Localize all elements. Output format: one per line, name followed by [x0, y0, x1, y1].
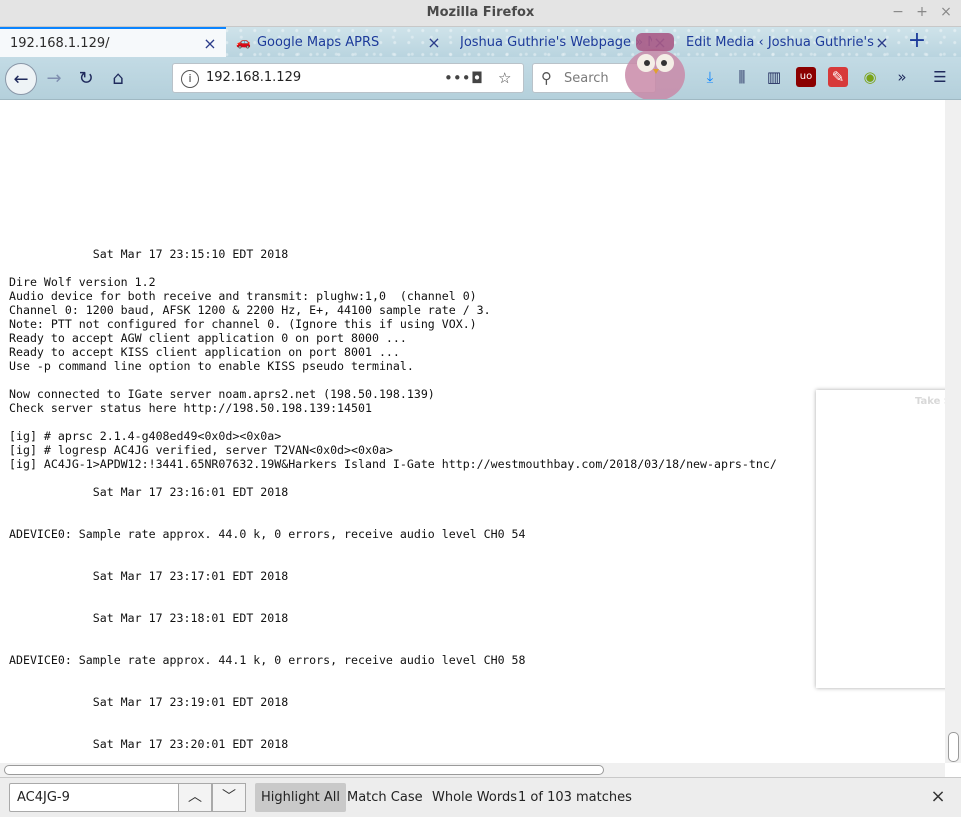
- console-line: Note: PTT not configured for channel 0. …: [9, 317, 477, 331]
- console-line: Now connected to IGate server noam.aprs2…: [9, 387, 435, 401]
- window-titlebar: Mozilla Firefox − + ×: [0, 0, 961, 27]
- tab-joshua-webpage[interactable]: Joshua Guthrie's Webpage » New ×: [450, 27, 676, 57]
- tab-label: Google Maps APRS: [256, 34, 380, 50]
- bookmark-star-icon[interactable]: ☆: [498, 69, 511, 87]
- tab-label: 192.168.1.129/: [10, 35, 110, 51]
- reload-icon: ↻: [78, 67, 94, 89]
- horizontal-scrollbar-thumb[interactable]: [4, 765, 604, 775]
- console-line: Dire Wolf version 1.2: [9, 275, 156, 289]
- vertical-scrollbar[interactable]: [945, 100, 961, 763]
- find-input[interactable]: [9, 783, 179, 812]
- search-icon: ⚲: [541, 69, 552, 87]
- close-icon: ×: [930, 786, 946, 807]
- forward-button[interactable]: →: [41, 65, 67, 91]
- console-line: Sat Mar 17 23:17:01 EDT 2018: [9, 569, 289, 583]
- library-icon[interactable]: ⫼: [732, 67, 752, 87]
- new-tab-button[interactable]: +: [905, 27, 929, 57]
- find-next-button[interactable]: ﹀: [212, 783, 246, 812]
- back-button[interactable]: ←: [5, 63, 37, 95]
- console-line: Sat Mar 17 23:19:01 EDT 2018: [9, 695, 289, 709]
- horizontal-scrollbar[interactable]: [0, 763, 945, 777]
- tab-label: Joshua Guthrie's Webpage » New: [460, 34, 652, 50]
- console-line: Sat Mar 17 23:20:01 EDT 2018: [9, 737, 289, 751]
- minimize-button[interactable]: −: [891, 3, 905, 21]
- match-case-label: Match Case: [347, 790, 423, 805]
- console-line: Audio device for both receive and transm…: [9, 289, 477, 303]
- chevron-down-icon: ﹀: [222, 789, 236, 805]
- match-case-toggle[interactable]: Match Case: [341, 783, 429, 812]
- highlight-all-toggle[interactable]: Highlight All: [255, 783, 346, 812]
- menu-icon[interactable]: ☰: [930, 67, 950, 87]
- close-tab-icon[interactable]: ×: [202, 34, 218, 53]
- console-line: Channel 0: 1200 baud, AFSK 1200 & 2200 H…: [9, 303, 491, 317]
- console-line: Ready to accept AGW client application 0…: [9, 331, 407, 345]
- screenshot-overlay-panel: Take Scr: [816, 390, 961, 688]
- window-controls: − + ×: [891, 3, 953, 21]
- pocket-icon[interactable]: ◘: [471, 69, 483, 87]
- car-icon: 🚗: [236, 35, 251, 49]
- info-icon[interactable]: i: [181, 70, 199, 88]
- ublock-icon[interactable]: uo: [796, 67, 816, 87]
- extension-icon[interactable]: ◉: [860, 67, 880, 87]
- tab-label: Edit Media ‹ Joshua Guthrie's We: [686, 34, 874, 50]
- console-line: Ready to accept KISS client application …: [9, 345, 400, 359]
- navigation-toolbar: ← → ↻ ⌂ i 192.168.1.129 ••• ◘ ☆ ⚲ Search…: [0, 57, 961, 100]
- vertical-scrollbar-thumb[interactable]: [948, 732, 959, 762]
- overflow-icon[interactable]: »: [892, 67, 912, 87]
- console-line: [ig] # aprsc 2.1.4-g408ed49<0x0d><0x0a>: [9, 429, 282, 443]
- note-icon[interactable]: ✎: [828, 67, 848, 87]
- url-bar[interactable]: i 192.168.1.129 ••• ◘ ☆: [172, 63, 524, 93]
- forward-icon: →: [46, 67, 62, 89]
- download-icon[interactable]: ⤓: [700, 67, 720, 87]
- close-find-bar-button[interactable]: ×: [928, 787, 948, 807]
- url-text[interactable]: 192.168.1.129: [206, 70, 301, 85]
- highlight-all-label: Highlight All: [261, 790, 340, 805]
- chevron-up-icon: ︿: [188, 789, 202, 805]
- close-tab-icon[interactable]: ×: [426, 33, 442, 52]
- home-icon: ⌂: [112, 67, 124, 89]
- page-actions-icon[interactable]: •••: [444, 69, 471, 87]
- tab-edit-media[interactable]: Edit Media ‹ Joshua Guthrie's We ×: [676, 27, 898, 57]
- console-output: Sat Mar 17 23:15:10 EDT 2018 Dire Wolf v…: [9, 177, 777, 763]
- tab-strip: 192.168.1.129/ × 🚗 Google Maps APRS × Jo…: [0, 27, 961, 98]
- reload-button[interactable]: ↻: [73, 65, 99, 91]
- console-line: Use -p command line option to enable KIS…: [9, 359, 414, 373]
- console-line: Check server status here http://198.50.1…: [9, 401, 372, 415]
- window-title: Mozilla Firefox: [426, 5, 535, 20]
- home-button[interactable]: ⌂: [105, 65, 131, 91]
- whole-words-label: Whole Words: [432, 790, 517, 805]
- sidebar-icon[interactable]: ▥: [764, 67, 784, 87]
- whole-words-toggle[interactable]: Whole Words: [426, 783, 523, 812]
- close-tab-icon[interactable]: ×: [652, 33, 668, 52]
- find-previous-button[interactable]: ︿: [178, 783, 212, 812]
- close-tab-icon[interactable]: ×: [874, 33, 890, 52]
- tab-router[interactable]: 192.168.1.129/ ×: [0, 27, 226, 57]
- console-line: Sat Mar 17 23:15:10 EDT 2018: [9, 247, 289, 261]
- console-line: ADEVICE0: Sample rate approx. 44.1 k, 0 …: [9, 653, 526, 667]
- console-line: [ig] # logresp AC4JG verified, server T2…: [9, 443, 393, 457]
- console-line: [ig] AC4JG-1>APDW12:!3441.65NR07632.19W&…: [9, 457, 777, 471]
- find-status: 1 of 103 matches: [518, 790, 632, 805]
- console-line: Sat Mar 17 23:18:01 EDT 2018: [9, 611, 289, 625]
- search-placeholder: Search: [564, 71, 609, 86]
- page-content: Sat Mar 17 23:15:10 EDT 2018 Dire Wolf v…: [0, 100, 945, 763]
- find-bar: ︿ ﹀ Highlight All Match Case Whole Words…: [0, 777, 961, 817]
- back-icon: ←: [13, 68, 29, 90]
- search-bar[interactable]: ⚲ Search: [532, 63, 656, 93]
- console-line: Sat Mar 17 23:16:01 EDT 2018: [9, 485, 289, 499]
- maximize-button[interactable]: +: [915, 3, 929, 21]
- tab-google-maps-aprs[interactable]: 🚗 Google Maps APRS ×: [226, 27, 450, 57]
- console-line: ADEVICE0: Sample rate approx. 44.0 k, 0 …: [9, 527, 526, 541]
- close-window-button[interactable]: ×: [939, 3, 953, 21]
